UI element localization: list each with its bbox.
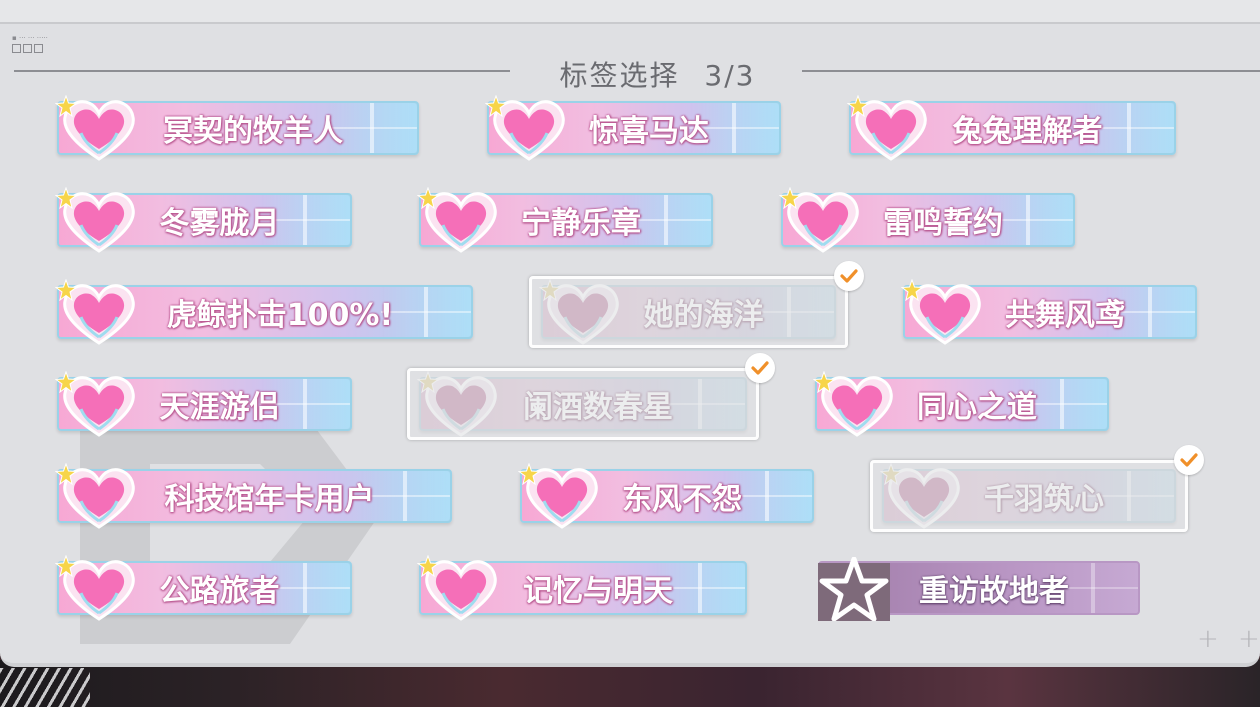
tag-item[interactable]: 重访故地者 (818, 557, 1140, 621)
selected-check-badge (745, 353, 775, 383)
top-strip (0, 0, 1260, 22)
selection-counter: 3/3 (704, 59, 756, 92)
plus-icon: + (1238, 624, 1260, 654)
tag-item[interactable]: 东风不怨 (518, 463, 814, 529)
tag-label: 重访故地者 (919, 574, 1069, 609)
sparkle-star-icon (779, 187, 801, 209)
sparkle-star-icon (417, 187, 439, 209)
tag-item[interactable]: 千羽筑心 (880, 463, 1176, 529)
checkmark-icon (840, 269, 858, 283)
tag-label: 千羽筑心 (984, 482, 1104, 517)
tag-label: 雷鸣誓约 (883, 206, 1003, 241)
tag-item[interactable]: 同心之道 (813, 371, 1109, 437)
tag-item[interactable]: 阑酒数春星 (417, 371, 747, 437)
tag-item[interactable]: 公路旅者 (55, 555, 352, 621)
checkmark-icon (1180, 453, 1198, 467)
sparkle-star-icon (55, 555, 77, 577)
sparkle-star-icon (417, 371, 439, 393)
sparkle-star-icon (901, 279, 923, 301)
tag-label: 共舞风鸢 (1005, 298, 1125, 333)
tag-item[interactable]: 惊喜马达 (485, 95, 781, 161)
tag-item[interactable]: 兔兔理解者 (847, 95, 1176, 161)
sparkle-star-icon (518, 463, 540, 485)
tag-item[interactable]: 冬雾胧月 (55, 187, 352, 253)
selected-check-badge (834, 261, 864, 291)
sparkle-star-icon (539, 279, 561, 301)
sparkle-star-icon (55, 279, 77, 301)
tag-item[interactable]: 共舞风鸢 (901, 279, 1197, 345)
checkmark-icon (751, 361, 769, 375)
sparkle-star-icon (485, 95, 507, 117)
tag-item[interactable]: 宁静乐章 (417, 187, 713, 253)
tag-label: 天涯游侣 (159, 390, 280, 425)
header-divider-right (802, 70, 1260, 72)
hatch-decoration (0, 668, 90, 707)
tag-label: 冥契的牧羊人 (163, 114, 343, 149)
header-divider-left (14, 70, 510, 72)
tag-item[interactable]: 她的海洋 (539, 279, 836, 345)
tag-label: 惊喜马达 (589, 114, 709, 149)
sparkle-star-icon (55, 187, 77, 209)
sparkle-star-icon (847, 95, 869, 117)
sparkle-star-icon (813, 371, 835, 393)
tag-label: 冬雾胧月 (159, 206, 280, 241)
tag-label: 阑酒数春星 (523, 390, 673, 425)
tag-item[interactable]: 虎鲸扑击100%! (55, 279, 473, 345)
plus-icon: + (1197, 624, 1219, 654)
star-icon (818, 557, 890, 621)
tag-item[interactable]: 冥契的牧羊人 (55, 95, 419, 161)
sparkle-star-icon (417, 555, 439, 577)
tag-label: 同心之道 (917, 390, 1037, 425)
sparkle-star-icon (55, 371, 77, 393)
selected-check-badge (1174, 445, 1204, 475)
corner-decoration: ▪ ··· ··· ····· (12, 34, 48, 53)
tag-label: 公路旅者 (159, 574, 280, 609)
title-text: 标签选择 (559, 59, 680, 92)
background-scene (0, 660, 1260, 707)
tag-label: 虎鲸扑击100%! (166, 298, 394, 333)
sparkle-star-icon (55, 95, 77, 117)
tag-label: 宁静乐章 (521, 206, 641, 241)
tag-item[interactable]: 记忆与明天 (417, 555, 747, 621)
sparkle-star-icon (880, 463, 902, 485)
tag-label: 她的海洋 (643, 298, 764, 333)
tag-item[interactable]: 科技馆年卡用户 (55, 463, 452, 529)
tag-label: 记忆与明天 (523, 574, 673, 609)
tag-label: 科技馆年卡用户 (164, 482, 375, 517)
tag-item[interactable]: 天涯游侣 (55, 371, 352, 437)
sparkle-star-icon (55, 463, 77, 485)
tag-label: 兔兔理解者 (952, 114, 1103, 149)
tag-item[interactable]: 雷鸣誓约 (779, 187, 1075, 253)
tag-label: 东风不怨 (622, 482, 742, 517)
page-title: 标签选择 3/3 (520, 54, 795, 94)
